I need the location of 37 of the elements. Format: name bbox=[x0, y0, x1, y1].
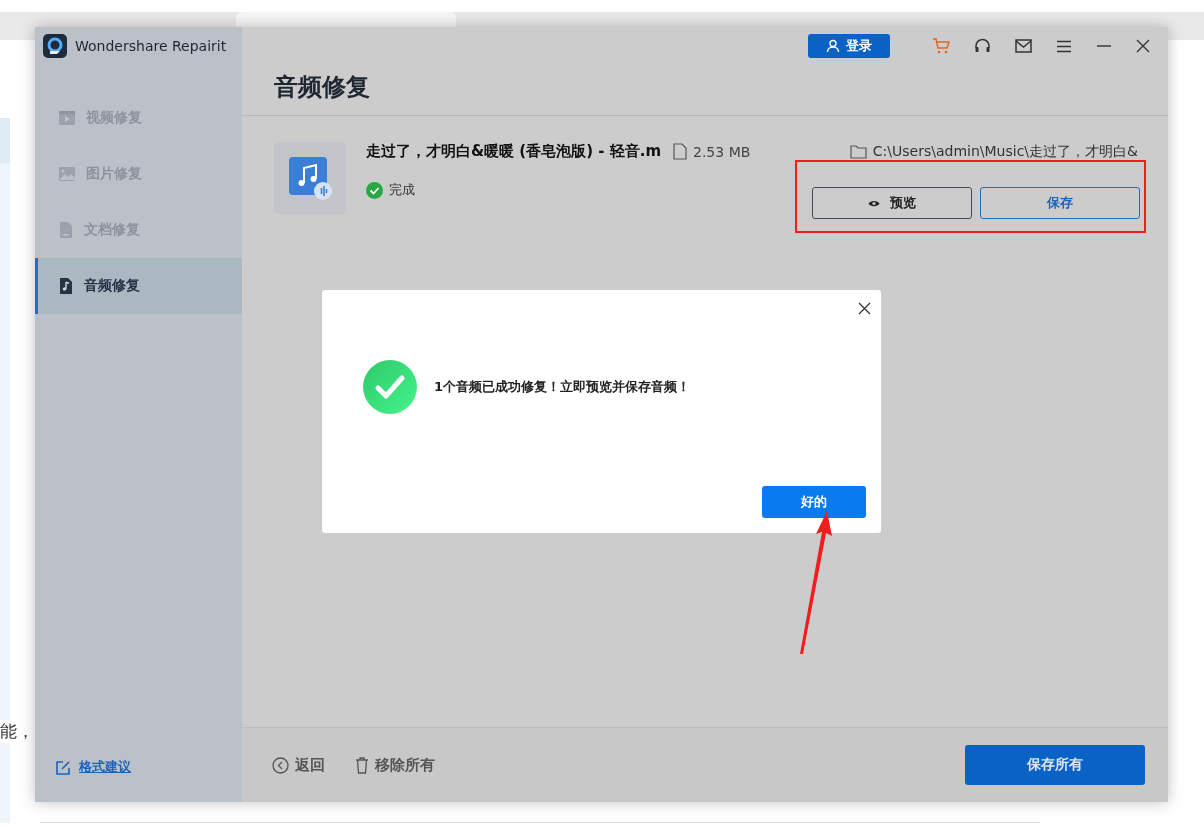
close-icon[interactable] bbox=[1136, 39, 1150, 53]
image-icon bbox=[58, 166, 76, 182]
music-file-icon bbox=[58, 277, 74, 295]
file-path: C:\Users\admin\Music\走过了，才明白& bbox=[872, 142, 1138, 161]
file-name: 走过了，才明白&暖暖 (香皂泡版) - 轻音.m bbox=[366, 142, 661, 161]
save-all-button[interactable]: 保存所有 bbox=[965, 745, 1145, 785]
file-icon bbox=[673, 143, 687, 160]
minimize-icon[interactable] bbox=[1096, 44, 1112, 48]
app-logo-icon bbox=[43, 34, 67, 58]
file-size: 2.53 MB bbox=[693, 143, 751, 160]
document-icon bbox=[58, 221, 74, 239]
status-text: 完成 bbox=[389, 181, 415, 199]
login-button[interactable]: 登录 bbox=[808, 34, 890, 58]
back-icon bbox=[272, 756, 289, 774]
feedback-link[interactable]: 格式建议 bbox=[79, 759, 131, 776]
app-title: Wondershare Repairit bbox=[75, 38, 227, 54]
sidebar-item[interactable]: 音频修复 bbox=[35, 258, 242, 314]
save-button[interactable]: 保存 bbox=[980, 187, 1140, 219]
audio-thumbnail bbox=[274, 142, 346, 214]
back-button[interactable]: 返回 bbox=[272, 755, 325, 775]
eye-icon bbox=[868, 198, 880, 208]
success-icon bbox=[362, 359, 418, 415]
dialog-message: 1个音频已成功修复！立即预览并保存音频！ bbox=[434, 378, 691, 396]
ok-button[interactable]: 好的 bbox=[762, 486, 866, 518]
success-icon bbox=[366, 181, 383, 199]
video-icon bbox=[58, 110, 76, 126]
page-title: 音频修复 bbox=[273, 72, 371, 103]
mail-icon[interactable] bbox=[1015, 39, 1032, 53]
menu-icon[interactable] bbox=[1056, 39, 1072, 53]
close-icon[interactable] bbox=[858, 302, 871, 315]
trash-icon bbox=[355, 756, 369, 774]
preview-button[interactable]: 预览 bbox=[812, 187, 972, 219]
folder-icon bbox=[849, 144, 867, 159]
remove-all-button[interactable]: 移除所有 bbox=[355, 755, 435, 775]
user-icon bbox=[826, 39, 840, 53]
headset-icon[interactable] bbox=[974, 37, 991, 55]
edit-icon bbox=[55, 759, 71, 776]
